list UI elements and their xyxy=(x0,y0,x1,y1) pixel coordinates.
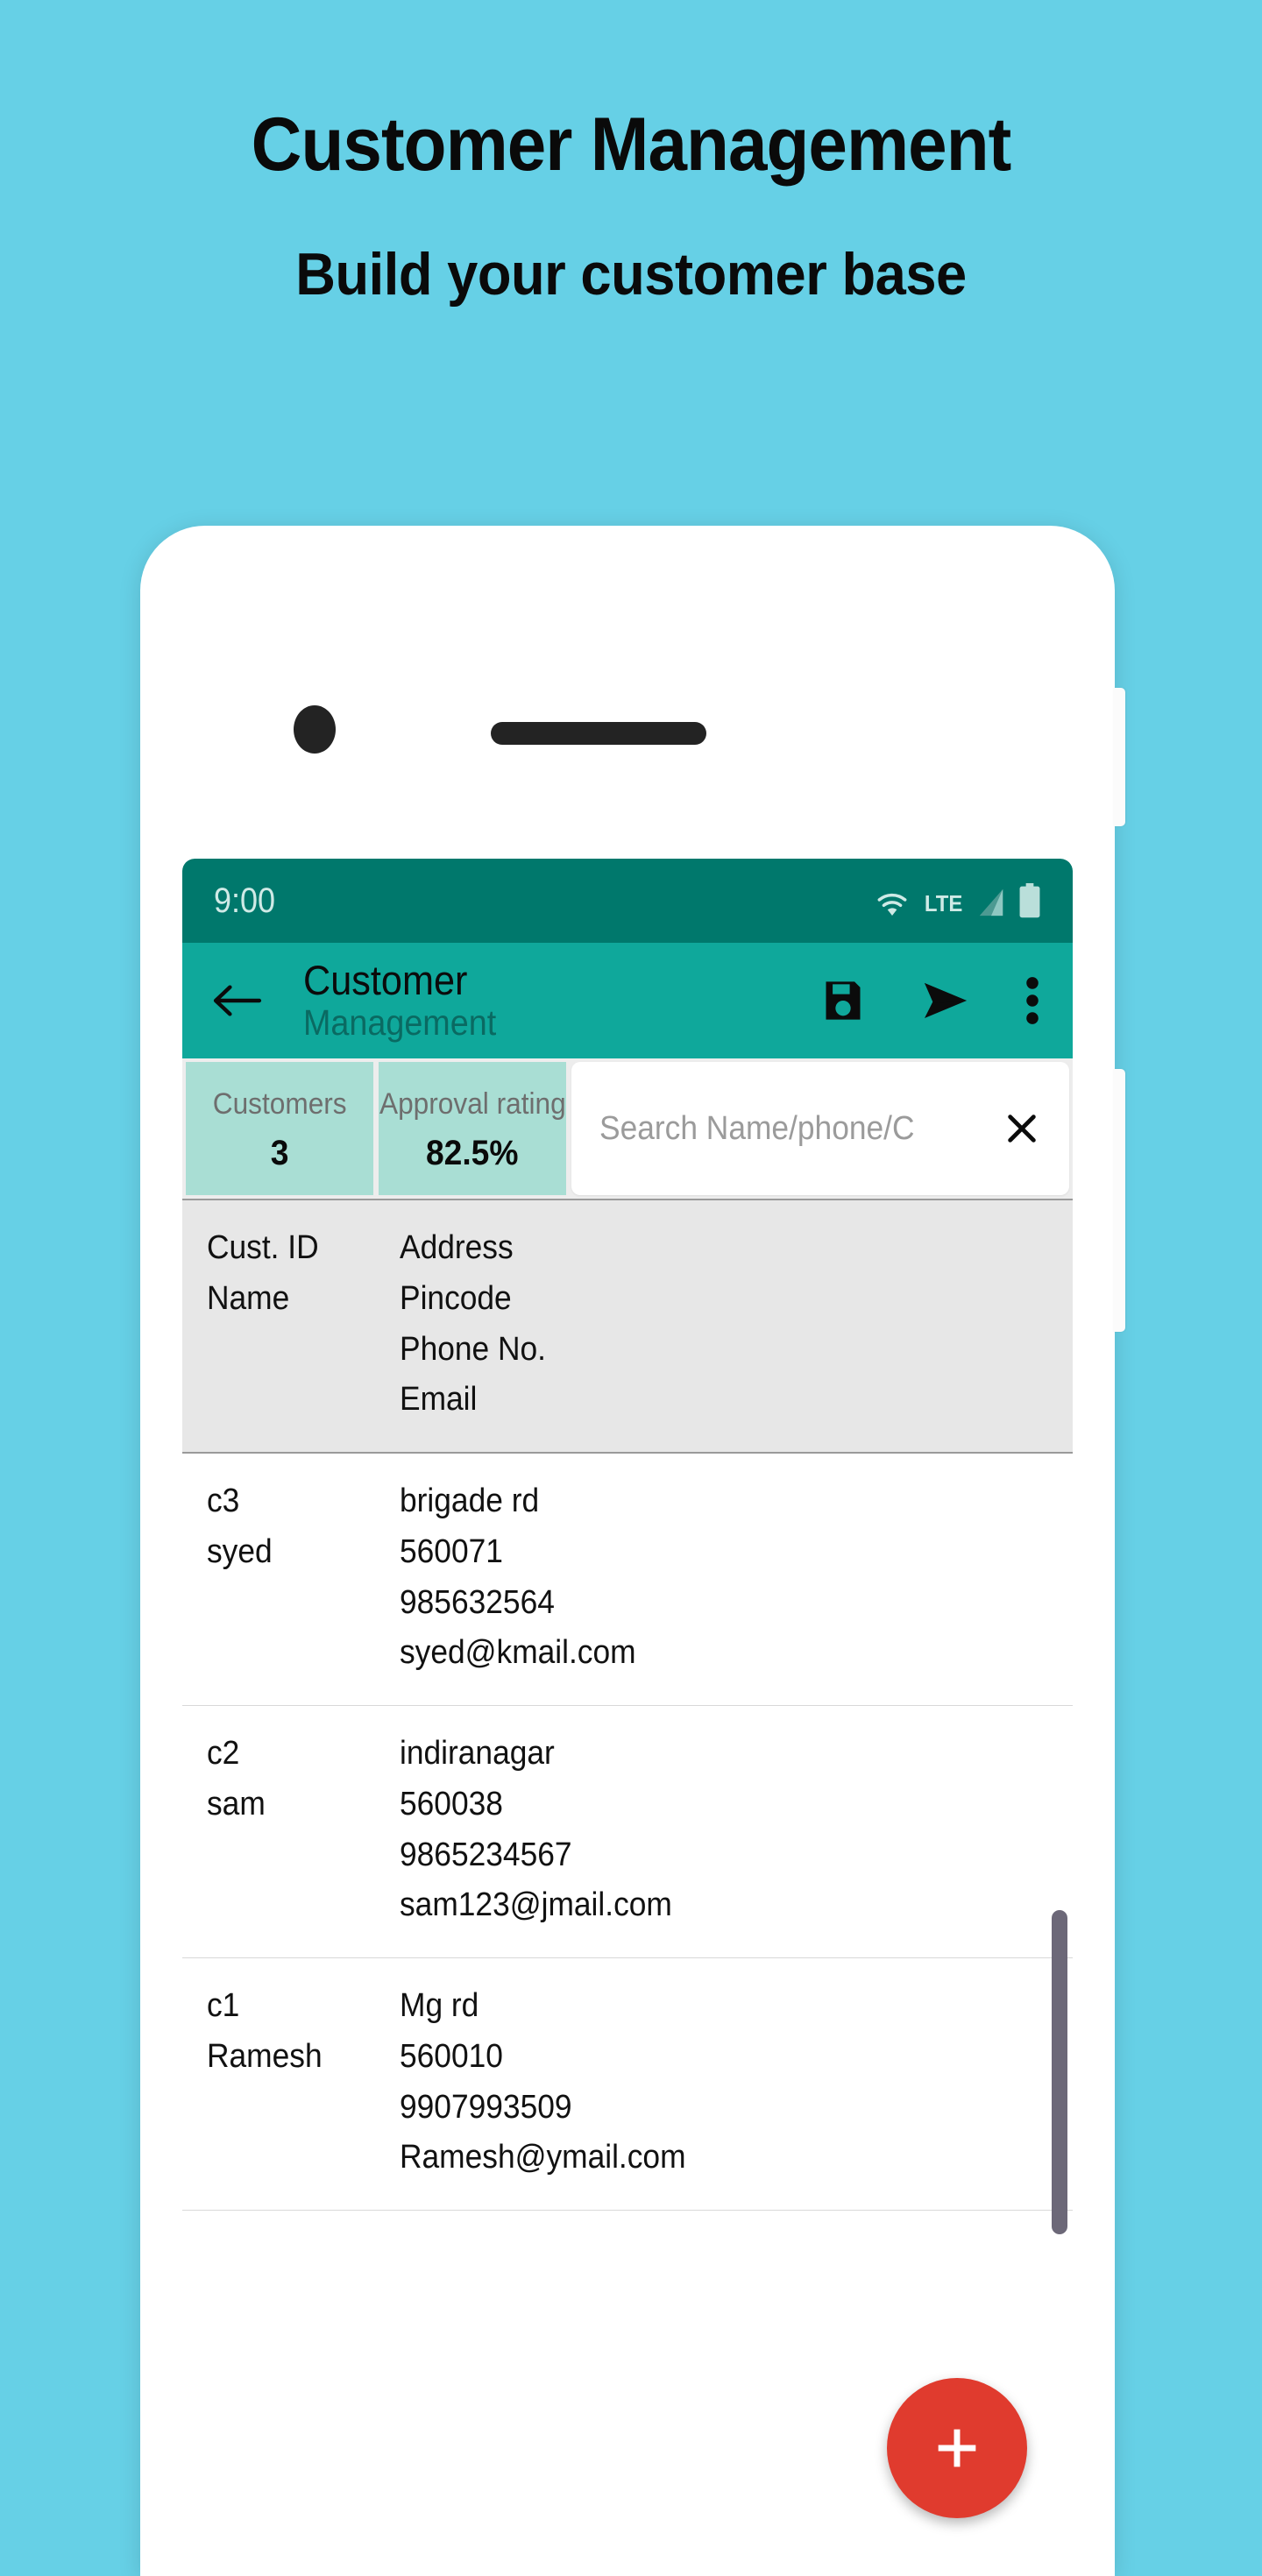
cust-email: sam123@jmail.com xyxy=(400,1886,672,1924)
status-indicators: LTE xyxy=(874,883,1041,918)
plus-icon xyxy=(938,2429,976,2467)
app-bar-actions xyxy=(820,976,1045,1025)
add-customer-fab[interactable] xyxy=(887,2378,1027,2518)
cust-address: indiranagar xyxy=(400,1735,555,1772)
row-col-left: c2 sam xyxy=(182,1729,400,1931)
phone-mockup: 9:00 LTE Customer Management Customers 3… xyxy=(140,526,1125,2576)
send-icon[interactable] xyxy=(920,980,971,1022)
promo-subtitle: Build your customer base xyxy=(295,241,967,308)
app-bar: Customer Management xyxy=(182,943,1073,1058)
cust-id: c3 xyxy=(207,1483,240,1519)
cust-pincode: 560038 xyxy=(400,1785,503,1822)
table-row[interactable]: c3 syed brigade rd 560071 985632564 syed… xyxy=(182,1454,1073,1706)
network-type-label: LTE xyxy=(924,890,963,916)
scrollbar-thumb[interactable] xyxy=(1052,1910,1067,2234)
cust-id: c1 xyxy=(207,1987,240,2024)
stat-card-approval-rating[interactable]: Approval rating 82.5% xyxy=(379,1062,566,1195)
phone-side-button-top[interactable] xyxy=(1113,688,1125,826)
column-header: Cust. ID xyxy=(207,1229,319,1266)
page-title: Customer xyxy=(303,956,468,1003)
stat-value: 82.5% xyxy=(426,1134,519,1172)
cust-id: c2 xyxy=(207,1735,240,1772)
table-header-row: Cust. ID Name Address Pincode Phone No. … xyxy=(182,1199,1073,1454)
row-col-right: indiranagar 560038 9865234567 sam123@jma… xyxy=(400,1729,1073,1931)
cust-phone: 985632564 xyxy=(400,1583,555,1621)
stats-search-strip: Customers 3 Approval rating 82.5% Search… xyxy=(182,1058,1073,1199)
signal-icon xyxy=(979,888,1003,916)
stat-label: Customers xyxy=(212,1087,347,1121)
promo-title: Customer Management xyxy=(251,103,1012,187)
stat-card-customers[interactable]: Customers 3 xyxy=(186,1062,373,1195)
column-header: Address xyxy=(400,1229,514,1266)
promo-header: Customer Management Build your customer … xyxy=(0,0,1262,308)
arrow-left-icon[interactable] xyxy=(210,980,265,1021)
column-header: Phone No. xyxy=(400,1330,547,1368)
cust-name: Ramesh xyxy=(207,2037,323,2075)
cust-address: Mg rd xyxy=(400,1987,479,2024)
cust-email: Ramesh@ymail.com xyxy=(400,2139,686,2176)
cust-phone: 9907993509 xyxy=(400,2088,572,2126)
battery-icon xyxy=(1019,883,1040,918)
phone-side-button-bottom[interactable] xyxy=(1113,1069,1125,1332)
cust-email: syed@kmail.com xyxy=(400,1634,636,1672)
header-col-left: Cust. ID Name xyxy=(182,1223,400,1426)
status-time: 9:00 xyxy=(214,881,276,920)
cust-address: brigade rd xyxy=(400,1483,540,1519)
page-subtitle: Management xyxy=(303,1002,497,1044)
cust-name: sam xyxy=(207,1785,266,1822)
close-icon[interactable] xyxy=(1004,1111,1039,1146)
camera-dot-icon xyxy=(294,705,336,754)
customers-table: Cust. ID Name Address Pincode Phone No. … xyxy=(182,1199,1073,2211)
stat-value: 3 xyxy=(270,1134,289,1172)
row-col-right: Mg rd 560010 9907993509 Ramesh@ymail.com xyxy=(400,1981,1073,2183)
phone-screen: 9:00 LTE Customer Management Customers 3… xyxy=(182,859,1073,2576)
column-header: Pincode xyxy=(400,1279,512,1317)
header-col-right: Address Pincode Phone No. Email xyxy=(400,1223,1073,1426)
save-icon[interactable] xyxy=(820,978,866,1023)
row-col-left: c3 syed xyxy=(182,1476,400,1679)
cust-phone: 9865234567 xyxy=(400,1836,572,1873)
stat-label: Approval rating xyxy=(379,1087,566,1121)
search-input[interactable]: Search Name/phone/C xyxy=(599,1110,976,1148)
row-col-right: brigade rd 560071 985632564 syed@kmail.c… xyxy=(400,1476,1073,1679)
table-row[interactable]: c2 sam indiranagar 560038 9865234567 sam… xyxy=(182,1706,1073,1958)
more-vertical-icon[interactable] xyxy=(1025,976,1039,1025)
speaker-grill-icon xyxy=(491,722,706,745)
row-col-left: c1 Ramesh xyxy=(182,1981,400,2183)
search-field[interactable]: Search Name/phone/C xyxy=(571,1062,1069,1195)
status-bar: 9:00 LTE xyxy=(182,859,1073,943)
cust-name: syed xyxy=(207,1532,273,1570)
wifi-icon xyxy=(877,893,907,916)
column-header: Email xyxy=(400,1381,478,1419)
table-row[interactable]: c1 Ramesh Mg rd 560010 9907993509 Ramesh… xyxy=(182,1958,1073,2211)
cust-pincode: 560010 xyxy=(400,2037,503,2075)
column-header: Name xyxy=(207,1279,290,1317)
cust-pincode: 560071 xyxy=(400,1532,503,1570)
app-bar-titles: Customer Management xyxy=(303,956,513,1044)
